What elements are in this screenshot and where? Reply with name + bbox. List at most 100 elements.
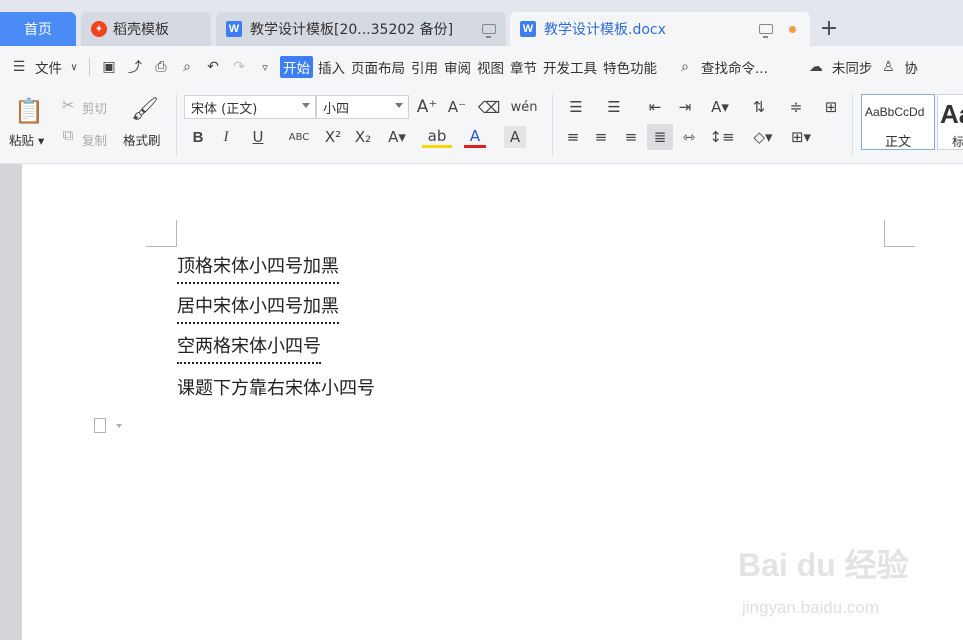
- ribbon-toolbar: 📋 粘贴 ▾ ✂ 剪切 ⧉ 复制 🖌 格式刷 宋体 (正文) 小四 A⁺ A⁻ …: [0, 88, 963, 164]
- left-panel: [0, 164, 22, 640]
- font-name-value: 宋体 (正文): [191, 101, 258, 117]
- increase-indent-icon[interactable]: ⇥: [674, 96, 696, 118]
- cut-button[interactable]: 剪切: [82, 98, 107, 117]
- search-command[interactable]: 查找命令...: [700, 56, 769, 78]
- tab-home[interactable]: 首页: [0, 12, 76, 46]
- font-size-select[interactable]: 小四: [316, 95, 409, 119]
- style-normal-label: 正文: [884, 135, 911, 150]
- align-right-icon[interactable]: ≡: [620, 126, 642, 148]
- increase-font-icon[interactable]: A⁺: [416, 96, 438, 118]
- menu-file[interactable]: 文件: [34, 56, 63, 78]
- monitor-icon[interactable]: [482, 24, 496, 38]
- tab-document-active-label: 教学设计模板.docx: [544, 22, 666, 38]
- plus-icon: +: [819, 15, 839, 41]
- show-hide-marks-icon[interactable]: ≑: [782, 96, 810, 118]
- copy-button[interactable]: 复制: [82, 130, 107, 149]
- eraser-icon[interactable]: ⌫: [478, 96, 501, 118]
- user-icon: ♙: [882, 59, 895, 75]
- font-size-value: 小四: [323, 101, 350, 117]
- print-preview-icon[interactable]: ⌕: [176, 56, 198, 78]
- chevron-down-icon: [302, 103, 310, 108]
- underline-icon[interactable]: U: [246, 126, 270, 148]
- paste-label: 粘贴: [9, 133, 35, 148]
- style-heading[interactable]: Aa 标: [937, 94, 963, 150]
- format-painter-button[interactable]: 格式刷: [123, 130, 161, 149]
- font-name-select[interactable]: 宋体 (正文): [184, 95, 316, 119]
- export-icon[interactable]: ⤴: [124, 56, 146, 78]
- menu-developer[interactable]: 开发工具: [542, 56, 598, 78]
- line-spacing-icon[interactable]: ↕≡: [708, 126, 736, 148]
- subscript-icon[interactable]: X₂: [352, 126, 374, 148]
- tab-document-backup[interactable]: W 教学设计模板[20...35202 备份]: [216, 12, 506, 46]
- paragraph-2[interactable]: 居中宋体小四号加黑: [177, 292, 339, 324]
- chevron-down-icon[interactable]: [116, 424, 122, 428]
- redo-icon[interactable]: ↷: [228, 56, 250, 78]
- italic-icon[interactable]: I: [216, 126, 236, 148]
- new-tab-button[interactable]: +: [815, 14, 843, 42]
- watermark-url: jingyan.baidu.com: [742, 598, 880, 617]
- tab-daoke-templates[interactable]: ✦ 稻壳模板: [81, 12, 211, 46]
- paragraph-4[interactable]: 课题下方靠右宋体小四号: [177, 374, 375, 400]
- paragraph-1[interactable]: 顶格宋体小四号加黑: [177, 252, 339, 284]
- distribute-icon[interactable]: ⇿: [678, 126, 700, 148]
- writer-doc-icon: W: [226, 21, 242, 37]
- tab-document-active[interactable]: W 教学设计模板.docx: [510, 12, 810, 46]
- paste-icon[interactable]: 📋: [14, 96, 44, 126]
- monitor-icon[interactable]: [759, 24, 773, 38]
- character-shading-icon[interactable]: A: [504, 126, 526, 148]
- collaborate-button[interactable]: 协: [903, 56, 919, 78]
- bullet-list-icon[interactable]: ☰: [562, 96, 590, 118]
- scissors-icon: ✂: [61, 96, 75, 114]
- justify-icon[interactable]: ≣: [647, 124, 673, 150]
- menu-bar: ☰ 文件 ∨ ▣ ⤴ ⎙ ⌕ ↶ ↷ ▿ 开始 插入 页面布局 引用 审阅 视图…: [0, 46, 963, 88]
- print-icon[interactable]: ⎙: [150, 56, 172, 78]
- highlight-icon[interactable]: ab: [422, 126, 452, 148]
- document-icon[interactable]: [94, 418, 106, 433]
- strikethrough-icon[interactable]: ABC: [284, 126, 314, 148]
- text-effect-icon[interactable]: A▾: [384, 126, 410, 148]
- menu-page-layout[interactable]: 页面布局: [350, 56, 406, 78]
- divider: [552, 94, 553, 156]
- cloud-icon: ☁: [808, 59, 823, 75]
- font-color-icon[interactable]: A: [464, 126, 486, 148]
- menu-features[interactable]: 特色功能: [602, 56, 658, 78]
- table-border-icon[interactable]: ⊞: [820, 96, 842, 118]
- customize-toolbar-icon[interactable]: ▿: [254, 56, 276, 78]
- tab-home-label: 首页: [24, 22, 52, 38]
- paste-button[interactable]: 粘贴 ▾: [9, 130, 44, 149]
- divider: [89, 58, 90, 76]
- menu-review[interactable]: 审阅: [443, 56, 472, 78]
- phonetic-guide-icon[interactable]: wén: [510, 96, 538, 118]
- search-icon: ⌕: [681, 59, 689, 75]
- paragraph-3[interactable]: 空两格宋体小四号: [177, 332, 321, 364]
- save-icon[interactable]: ▣: [98, 56, 120, 78]
- menu-chapter[interactable]: 章节: [509, 56, 538, 78]
- menu-references[interactable]: 引用: [410, 56, 439, 78]
- align-left-icon[interactable]: ≡: [562, 126, 584, 148]
- menu-start[interactable]: 开始: [280, 56, 313, 78]
- decrease-font-icon[interactable]: A⁻: [446, 96, 468, 118]
- undo-icon[interactable]: ↶: [202, 56, 224, 78]
- decrease-indent-icon[interactable]: ⇤: [644, 96, 666, 118]
- chevron-down-icon[interactable]: ∨: [67, 56, 81, 78]
- format-painter-icon[interactable]: 🖌: [131, 94, 159, 124]
- shading-icon[interactable]: ◇▾: [748, 126, 778, 148]
- numbered-list-icon[interactable]: ☰: [600, 96, 628, 118]
- hamburger-icon[interactable]: ☰: [8, 56, 30, 78]
- margin-mark-top-right: [884, 220, 915, 247]
- borders-icon[interactable]: ⊞▾: [786, 126, 816, 148]
- watermark-brand: Bai du 经验: [738, 547, 909, 583]
- menu-view[interactable]: 视图: [476, 56, 505, 78]
- style-normal[interactable]: AaBbCcDd 正文: [861, 94, 935, 150]
- margin-mark-top-left: [146, 220, 177, 247]
- menu-insert[interactable]: 插入: [317, 56, 346, 78]
- superscript-icon[interactable]: X²: [322, 126, 344, 148]
- bold-icon[interactable]: B: [188, 126, 208, 148]
- align-center-icon[interactable]: ≡: [590, 126, 612, 148]
- style-heading-label: 标: [952, 135, 963, 149]
- unsaved-dot-icon: [789, 25, 796, 33]
- tab-daoke-label: 稻壳模板: [113, 22, 169, 38]
- sort-icon[interactable]: ⇅: [748, 96, 770, 118]
- sync-status[interactable]: 未同步: [831, 56, 874, 78]
- chinese-layout-icon[interactable]: A▾: [706, 96, 734, 118]
